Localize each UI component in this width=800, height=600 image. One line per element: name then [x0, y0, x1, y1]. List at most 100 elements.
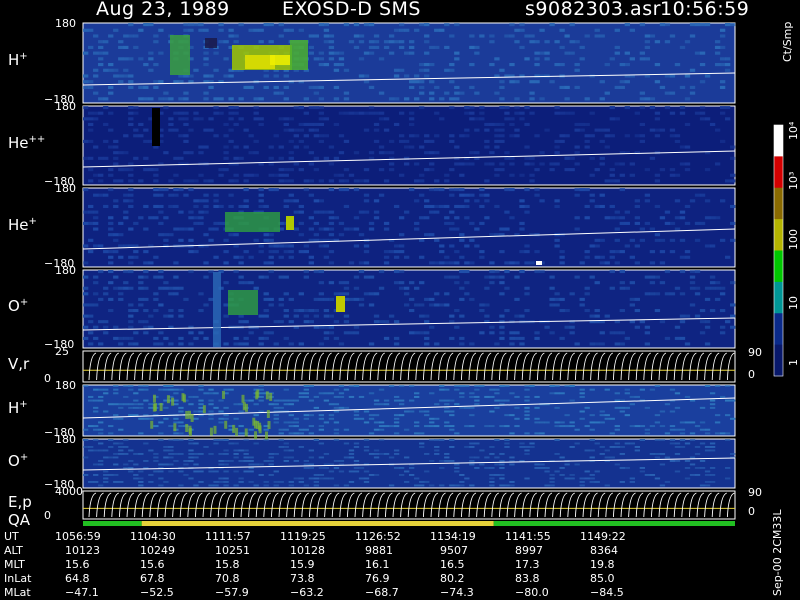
- footer-cell: 80.2: [440, 572, 465, 585]
- footer-cell: 85.0: [590, 572, 615, 585]
- panel-He+: [82, 187, 736, 268]
- intensity-feature: [290, 40, 308, 70]
- panel-H+2: [82, 384, 736, 437]
- y-min-label: 0: [44, 509, 51, 522]
- y-max-label: 180: [55, 100, 76, 113]
- y-max-label: 180: [55, 264, 76, 277]
- footer-cell: 15.9: [290, 558, 315, 571]
- colorbar-tick-label: 1: [787, 359, 800, 366]
- intensity-feature: [225, 212, 280, 232]
- footer-cell: 1104:30: [130, 530, 176, 543]
- footer-cell: 15.6: [65, 558, 90, 571]
- panel-label: He++: [8, 133, 46, 152]
- footer-cell: 1111:57: [205, 530, 251, 543]
- footer-cell: 70.8: [215, 572, 240, 585]
- footer-cell: 10251: [215, 544, 250, 557]
- footer-cell: 64.8: [65, 572, 90, 585]
- footer-cell: 1141:55: [505, 530, 551, 543]
- footer-cell: 1056:59: [55, 530, 101, 543]
- data-gap: [152, 108, 160, 146]
- footer-cell: 76.9: [365, 572, 390, 585]
- footer-cell: 16.5: [440, 558, 465, 571]
- footer-cell: 1149:22: [580, 530, 626, 543]
- footer-cell: 10128: [290, 544, 325, 557]
- spectrogram-canvas: [82, 22, 784, 526]
- footer-cell: −74.3: [440, 586, 474, 599]
- panel-O+: [82, 269, 736, 349]
- colorbar-unit: Ct/Smp: [781, 21, 794, 62]
- panel-E,p: [82, 490, 736, 520]
- y-max-label: 180: [55, 433, 76, 446]
- sms-spectrogram-plot: { "header": { "date": "Aug 23, 1989", "m…: [0, 0, 800, 600]
- footer-cell: −80.0: [515, 586, 549, 599]
- footer-row-label: MLat: [4, 586, 31, 599]
- footer-cell: 1126:52: [355, 530, 401, 543]
- colorbar-swatch: [774, 313, 783, 346]
- footer-cell: −52.5: [140, 586, 174, 599]
- footer-cell: 8364: [590, 544, 618, 557]
- intensity-feature: [336, 296, 345, 312]
- footer-cell: 1119:25: [280, 530, 326, 543]
- y-max-label: 25: [55, 345, 69, 358]
- intensity-feature: [270, 55, 290, 65]
- colorbar-tick-label: 10³: [787, 171, 800, 190]
- qa-label: QA: [8, 511, 31, 529]
- footer-cell: 10249: [140, 544, 175, 557]
- footer-cell: −84.5: [590, 586, 624, 599]
- footer-cell: 1134:19: [430, 530, 476, 543]
- footer-row-label: InLat: [4, 572, 32, 585]
- footer-cell: 16.1: [365, 558, 390, 571]
- colorbar-swatch: [774, 281, 783, 314]
- y-max-label: 180: [55, 182, 76, 195]
- y-max-label: 180: [55, 379, 76, 392]
- right-tick-label: 90: [748, 486, 762, 499]
- footer-row-label: ALT: [4, 544, 23, 557]
- panel-O+2: [82, 438, 736, 489]
- qa-segment: [493, 521, 735, 526]
- panel-label: O+: [8, 451, 29, 470]
- footer-cell: −57.9: [215, 586, 249, 599]
- qa-segment: [83, 521, 142, 526]
- footer-cell: 15.8: [215, 558, 240, 571]
- footer-cell: −68.7: [365, 586, 399, 599]
- qa-segment: [141, 521, 494, 526]
- footer-cell: 9881: [365, 544, 393, 557]
- footer-cell: 9507: [440, 544, 468, 557]
- colorbar-swatch: [774, 219, 783, 251]
- footer-cell: 83.8: [515, 572, 540, 585]
- footer-cell: 15.6: [140, 558, 165, 571]
- right-tick-label: 90: [748, 346, 762, 359]
- panel-label: V,r: [8, 354, 30, 373]
- footer-row-label: UT: [4, 530, 19, 543]
- footer-row-label: MLT: [4, 558, 25, 571]
- y-max-label: 180: [55, 17, 76, 30]
- footer-cell: 73.8: [290, 572, 315, 585]
- colorbar-tick-label: 10⁴: [787, 121, 800, 140]
- intensity-feature: [228, 290, 258, 315]
- footer-cell: 10123: [65, 544, 100, 557]
- intensity-feature: [536, 261, 542, 265]
- footer-cell: 67.8: [140, 572, 165, 585]
- y-max-label: 4000: [55, 485, 83, 498]
- footer-cell: 8997: [515, 544, 543, 557]
- panel-label: He+: [8, 215, 37, 234]
- right-tick-label: 0: [748, 505, 755, 518]
- colorbar-swatch: [774, 156, 783, 189]
- y-min-label: 0: [44, 372, 51, 385]
- panel-He++: [82, 105, 736, 186]
- footer-cell: −63.2: [290, 586, 324, 599]
- panel-label: O+: [8, 297, 29, 315]
- colorbar-swatch: [774, 344, 783, 377]
- footer-cell: −47.1: [65, 586, 99, 599]
- panel-label: H+: [8, 51, 28, 69]
- intensity-feature: [170, 35, 190, 75]
- footer-cell: 19.8: [590, 558, 615, 571]
- version-label: Sep-00 2CM33L: [771, 509, 784, 597]
- colorbar-swatch: [774, 125, 783, 157]
- colorbar-swatch: [774, 187, 783, 220]
- intensity-feature: [213, 272, 221, 347]
- intensity-feature: [205, 38, 217, 48]
- colorbar-tick-label: 10: [787, 296, 800, 310]
- panel-label: H+: [8, 398, 28, 417]
- intensity-feature: [286, 216, 294, 230]
